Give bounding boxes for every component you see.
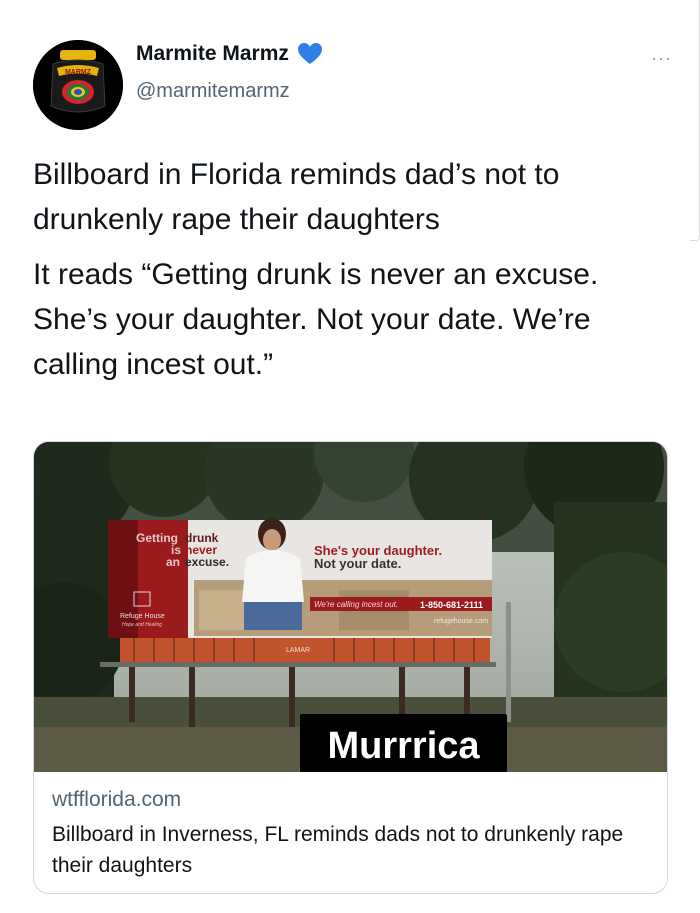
blue-heart-icon (297, 43, 322, 64)
author-handle[interactable]: @marmitemarmz (136, 80, 290, 103)
author-name-text[interactable]: Marmite Marmz (136, 42, 289, 66)
link-card-meta[interactable]: wtfflorida.com Billboard in Inverness, F… (52, 788, 649, 881)
link-card[interactable]: LAMAR We're calling incest out. 1-850-68… (33, 441, 668, 894)
avatar[interactable]: MARMZ (33, 40, 123, 130)
svg-text:refugehouse.com: refugehouse.com (434, 618, 488, 625)
svg-text:an: an (166, 555, 180, 569)
svg-text:Hope and Healing: Hope and Healing (122, 622, 162, 628)
svg-text:1-850-681-2111: 1-850-681-2111 (420, 600, 483, 610)
tweet-header: MARMZ Marmite Marmz @marmitemarmz ··· (33, 30, 680, 130)
link-title[interactable]: Billboard in Inverness, FL reminds dads … (52, 819, 649, 881)
svg-text:Not your date.: Not your date. (314, 556, 401, 571)
author-name[interactable]: Marmite Marmz (136, 42, 323, 66)
svg-text:excuse.: excuse. (185, 555, 229, 569)
billboard-photo[interactable]: LAMAR We're calling incest out. 1-850-68… (34, 442, 667, 772)
svg-text:We're calling incest out.: We're calling incest out. (314, 600, 398, 609)
svg-text:LAMAR: LAMAR (286, 647, 310, 654)
tweet-paragraph-2: It reads “Getting drunk is never an excu… (33, 258, 599, 381)
tweet-paragraph-1: Billboard in Florida reminds dad’s not t… (33, 158, 560, 236)
scrollbar[interactable] (690, 0, 700, 241)
image-caption: Murrrica (300, 714, 507, 772)
tweet-text: Billboard in Florida reminds dad’s not t… (33, 152, 673, 397)
svg-text:MARMZ: MARMZ (65, 69, 92, 76)
marmite-jar-icon: MARMZ (33, 40, 123, 130)
more-options-icon[interactable]: ··· (651, 48, 672, 69)
link-domain[interactable]: wtfflorida.com (52, 788, 649, 812)
svg-text:Refuge House: Refuge House (120, 613, 165, 620)
